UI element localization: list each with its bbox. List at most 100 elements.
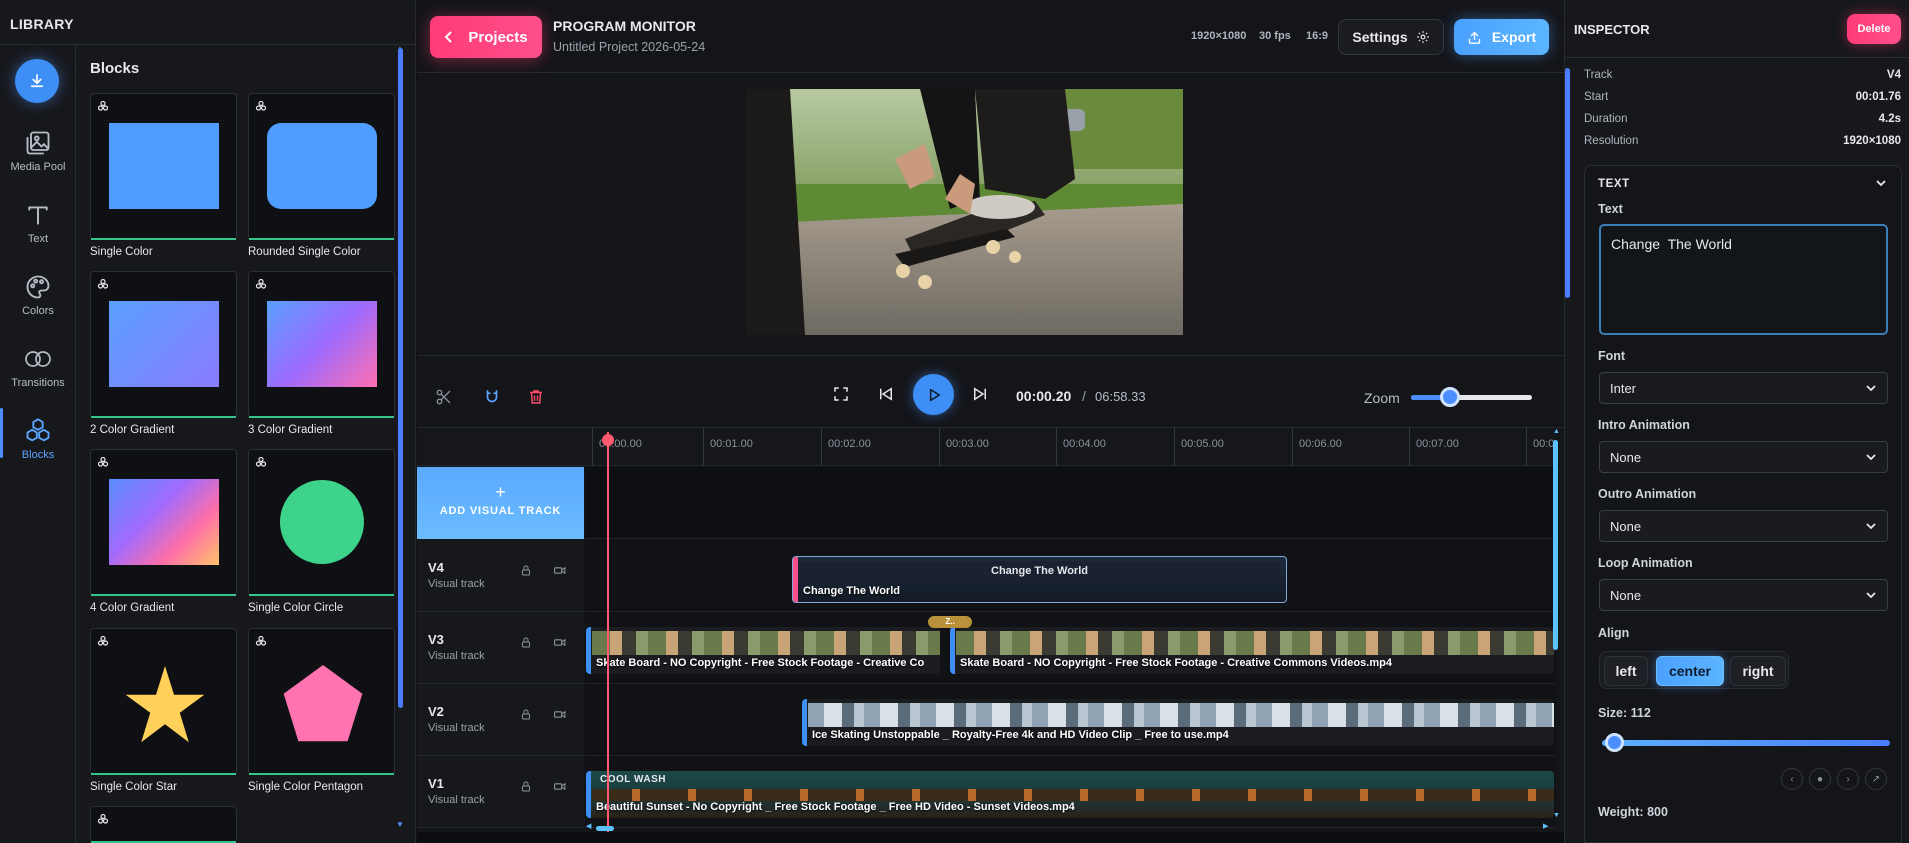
track-header-v3[interactable]: V3 Visual track xyxy=(417,612,584,684)
scroll-down-icon[interactable]: ▼ xyxy=(396,820,404,829)
zoom-slider-handle[interactable] xyxy=(1440,387,1460,407)
plus-icon: + xyxy=(495,482,506,502)
block-card-single-color-star[interactable] xyxy=(90,628,237,775)
clip-handle[interactable] xyxy=(802,699,807,746)
clip-sunset[interactable]: COOL WASH Beautiful Sunset - No Copyrigh… xyxy=(586,771,1554,818)
clip-skateboard-a[interactable]: Skate Board - NO Copyright - Free Stock … xyxy=(586,627,940,674)
ruler-tick-label: 00:04.00 xyxy=(1063,438,1106,450)
lock-icon[interactable] xyxy=(520,564,532,577)
intro-animation-select[interactable]: None xyxy=(1599,441,1888,473)
scroll-left-icon[interactable]: ◀ xyxy=(586,822,591,830)
block-card-2-color-gradient[interactable] xyxy=(90,271,237,418)
rail-colors[interactable]: Colors xyxy=(0,272,76,317)
ruler-tick: 00:0 xyxy=(1526,428,1556,466)
size-slider[interactable] xyxy=(1602,740,1890,746)
lock-icon[interactable] xyxy=(520,780,532,793)
text-icon xyxy=(23,200,53,230)
chevron-left-icon[interactable]: ‹ xyxy=(1781,768,1803,790)
scissors-button[interactable] xyxy=(435,388,453,406)
blocks-icon xyxy=(97,100,109,111)
arrow-up-right-icon[interactable]: ↗ xyxy=(1865,768,1887,790)
download-button[interactable] xyxy=(15,59,59,103)
video-camera-icon[interactable] xyxy=(553,780,567,793)
track-header-v1[interactable]: V1 Visual track xyxy=(417,756,584,828)
blocks-icon xyxy=(97,813,109,824)
clip-handle[interactable] xyxy=(586,771,591,818)
skip-forward-button[interactable] xyxy=(971,385,989,403)
chevron-down-icon[interactable] xyxy=(1875,177,1887,189)
trash-icon xyxy=(530,390,542,404)
align-left-button[interactable]: left xyxy=(1604,656,1648,686)
block-card-single-color-circle[interactable] xyxy=(248,449,395,596)
block-card-single-color[interactable] xyxy=(90,93,237,240)
export-button[interactable]: Export xyxy=(1454,19,1549,55)
magnet-button[interactable] xyxy=(483,388,501,406)
video-camera-icon[interactable] xyxy=(553,708,567,721)
outro-animation-select[interactable]: None xyxy=(1599,510,1888,542)
clip-skateboard-b[interactable]: Skate Board - NO Copyright - Free Stock … xyxy=(950,627,1554,674)
prop-key: Resolution xyxy=(1584,135,1639,147)
rail-text[interactable]: Text xyxy=(0,200,76,245)
projects-button[interactable]: Projects xyxy=(430,16,542,58)
block-card-single-color-pentagon[interactable] xyxy=(248,628,395,775)
skip-back-button[interactable] xyxy=(877,385,895,403)
scroll-down-icon[interactable]: ▼ xyxy=(1553,812,1560,819)
delete-button[interactable]: Delete xyxy=(1847,14,1901,44)
dot-icon[interactable]: ● xyxy=(1809,768,1831,790)
align-center-button[interactable]: center xyxy=(1656,656,1724,686)
block-card-4-color-gradient[interactable] xyxy=(90,449,237,596)
clip-handle[interactable] xyxy=(586,627,591,674)
chevron-right-icon[interactable]: › xyxy=(1837,768,1859,790)
timeline-vertical-scrollbar[interactable] xyxy=(1553,440,1558,650)
total-time: 06:58.33 xyxy=(1095,389,1146,404)
size-slider-handle[interactable] xyxy=(1605,733,1624,752)
block-card[interactable] xyxy=(90,806,237,843)
timeline-ruler[interactable]: 00:00.00 00:01.00 00:02.00 00:03.00 00:0… xyxy=(584,428,1556,466)
settings-button[interactable]: Settings xyxy=(1338,19,1444,55)
chevron-left-icon xyxy=(444,31,453,43)
fullscreen-button[interactable] xyxy=(832,385,850,403)
playhead[interactable] xyxy=(607,432,609,832)
clip-name: Skate Board - NO Copyright - Free Stock … xyxy=(596,657,925,669)
block-card-rounded-single-color[interactable] xyxy=(248,93,395,240)
scroll-right-icon[interactable]: ▶ xyxy=(1543,822,1548,830)
settings-label: Settings xyxy=(1352,29,1408,45)
transition-badge[interactable]: Z.. xyxy=(928,616,972,628)
inspector-scrollbar[interactable] xyxy=(1565,68,1570,298)
clip-name: Change The World xyxy=(803,585,900,597)
text-input[interactable]: Change The World xyxy=(1599,224,1888,335)
clip-title: Change The World xyxy=(799,561,1280,581)
blocks-scrollbar[interactable] xyxy=(398,48,403,708)
blocks-title: Blocks xyxy=(90,60,140,77)
block-card-3-color-gradient[interactable] xyxy=(248,271,395,418)
filmstrip xyxy=(808,703,1554,727)
block-preview xyxy=(109,123,219,209)
clip-text-change-the-world[interactable]: Change The World Change The World xyxy=(792,556,1287,603)
loop-animation-select[interactable]: None xyxy=(1599,579,1888,611)
size-label: Size: 112 xyxy=(1598,706,1651,720)
align-right-button[interactable]: right xyxy=(1730,656,1786,686)
preview-frame[interactable] xyxy=(745,89,1183,335)
scroll-up-icon[interactable]: ▲ xyxy=(1553,428,1560,435)
prop-key: Track xyxy=(1584,69,1613,81)
rail-media-pool[interactable]: Media Pool xyxy=(0,128,76,173)
timeline-drop-zone[interactable] xyxy=(585,467,1556,539)
font-select[interactable]: Inter xyxy=(1599,372,1888,404)
clip-handle[interactable] xyxy=(950,627,955,674)
clip-ice-skating[interactable]: Ice Skating Unstoppable _ Royalty-Free 4… xyxy=(802,699,1554,746)
add-visual-track-button[interactable]: + ADD VISUAL TRACK xyxy=(417,467,584,539)
timeline-horizontal-scrollbar[interactable] xyxy=(596,826,614,831)
track-header-v2[interactable]: V2 Visual track xyxy=(417,684,584,756)
rail-transitions[interactable]: Transitions xyxy=(0,344,76,389)
video-camera-icon[interactable] xyxy=(553,636,567,649)
video-camera-icon[interactable] xyxy=(553,564,567,577)
lock-icon[interactable] xyxy=(520,708,532,721)
track-header-v4[interactable]: V4 Visual track xyxy=(417,540,584,612)
play-button[interactable] xyxy=(913,374,954,415)
rail-blocks[interactable]: Blocks xyxy=(0,408,76,461)
clip-handle[interactable] xyxy=(793,557,798,602)
playhead-handle[interactable] xyxy=(602,434,614,446)
delete-clip-button[interactable] xyxy=(527,388,545,406)
lock-icon[interactable] xyxy=(520,636,532,649)
track-subtitle: Visual track xyxy=(428,650,485,662)
